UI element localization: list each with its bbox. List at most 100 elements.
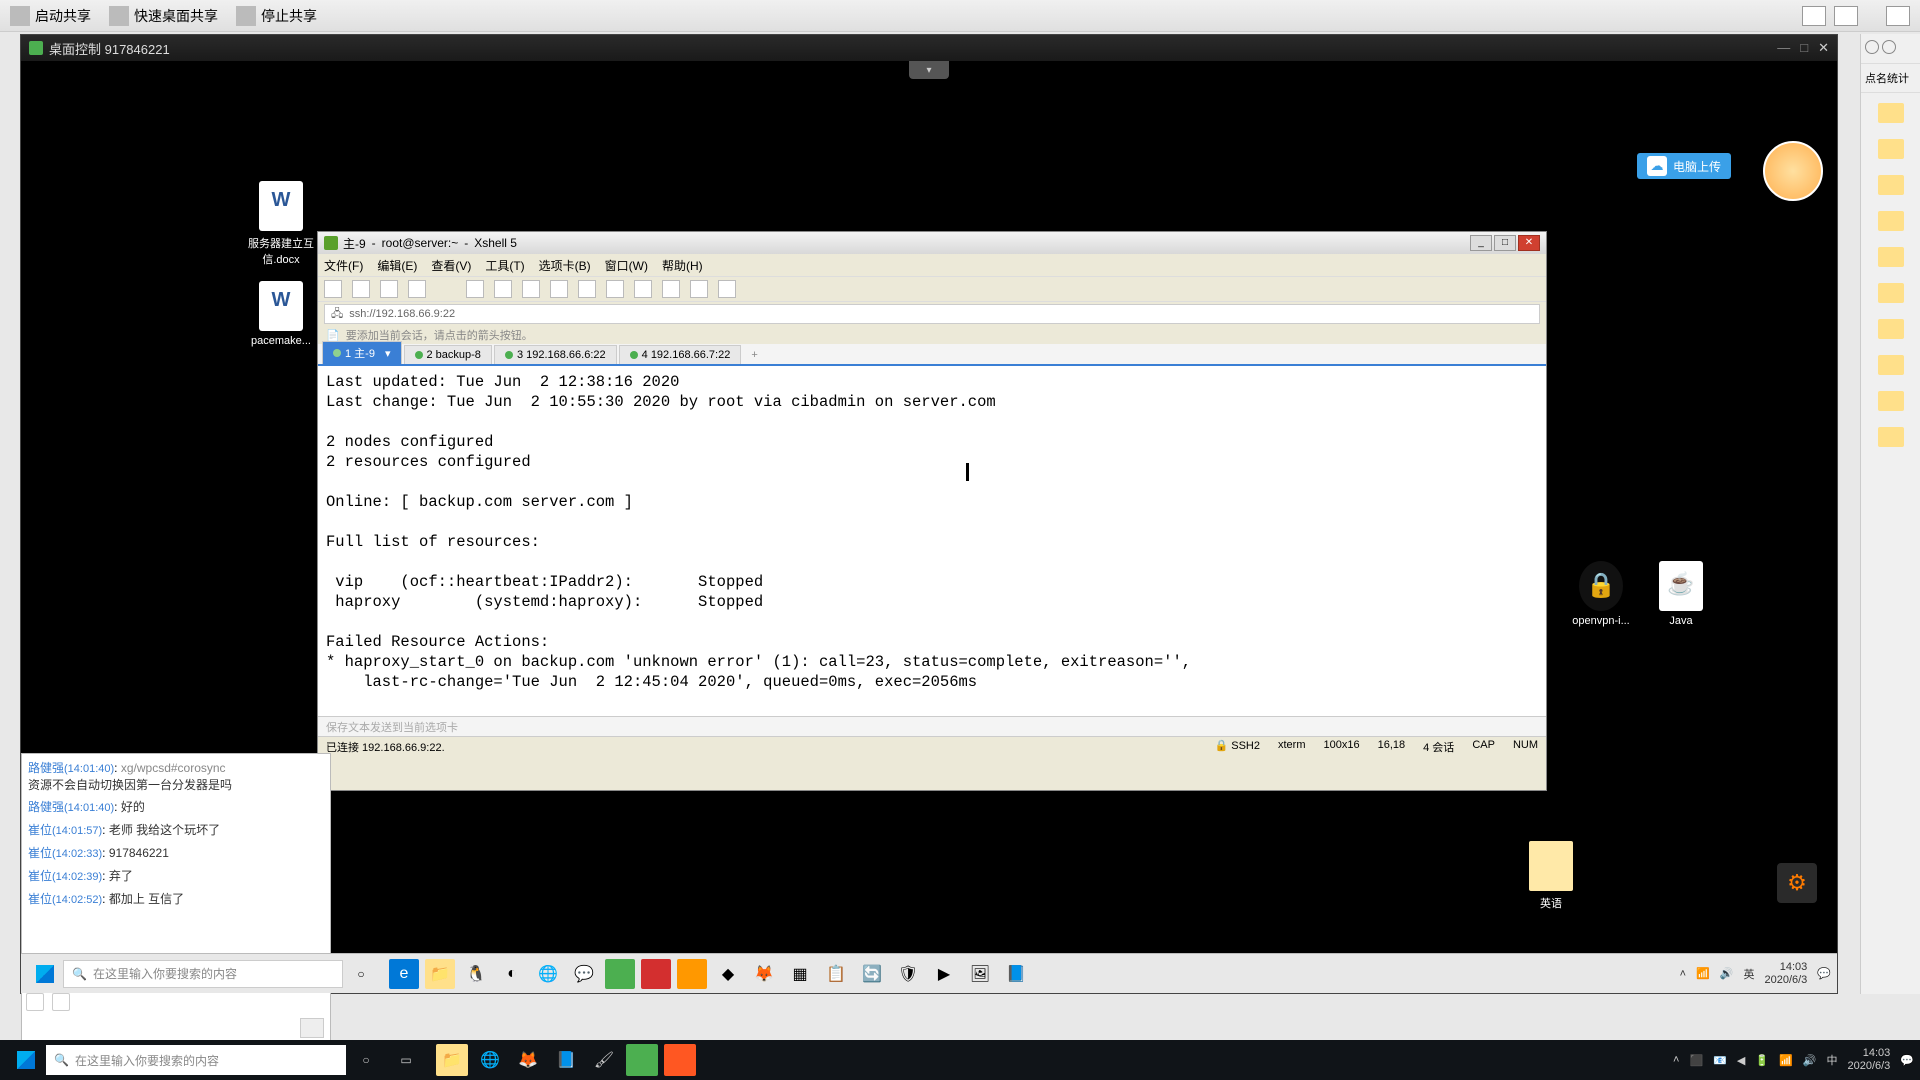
tool-fullscreen[interactable]: [634, 280, 652, 298]
host-taskview-button[interactable]: ▭: [386, 1043, 426, 1077]
xshell-maximize-button[interactable]: □: [1494, 235, 1516, 251]
app-orange[interactable]: [677, 959, 707, 989]
host-taskbar-clock[interactable]: 14:03 2020/6/3: [1847, 1047, 1890, 1073]
desktop-icon-doc1[interactable]: 服务器建立互信.docx: [241, 181, 321, 267]
minimize-icon[interactable]: —: [1777, 40, 1790, 56]
tool-search[interactable]: [466, 280, 484, 298]
app-green[interactable]: [626, 1044, 658, 1076]
tray-icon[interactable]: 🔋: [1755, 1054, 1769, 1067]
app-generic[interactable]: ▶: [929, 959, 959, 989]
start-share-button[interactable]: 启动共享: [10, 6, 91, 26]
app-generic[interactable]: 📘: [550, 1044, 582, 1076]
xshell-tab-4[interactable]: 4 192.168.66.7:22: [619, 345, 742, 364]
tool-paste[interactable]: [550, 280, 568, 298]
tool-print[interactable]: [494, 280, 512, 298]
menu-view[interactable]: 查看(V): [431, 257, 471, 274]
tray-volume-icon[interactable]: 🔊: [1720, 967, 1734, 980]
fast-share-button[interactable]: 快速桌面共享: [109, 6, 218, 26]
desktop-icon-folder[interactable]: 英语: [1511, 841, 1591, 911]
menu-window[interactable]: 窗口(W): [605, 257, 648, 274]
folder-icon[interactable]: [1878, 103, 1904, 123]
send-button[interactable]: [300, 1018, 324, 1038]
app-explorer[interactable]: 📁: [436, 1044, 468, 1076]
terminal-output[interactable]: Last updated: Tue Jun 2 12:38:16 2020 La…: [318, 366, 1546, 716]
app-firefox[interactable]: 🦊: [512, 1044, 544, 1076]
xshell-minimize-button[interactable]: _: [1470, 235, 1492, 251]
notification-icon[interactable]: 💬: [1817, 967, 1831, 980]
tray-volume-icon[interactable]: 🔊: [1803, 1054, 1817, 1067]
xshell-tab-3[interactable]: 3 192.168.66.6:22: [494, 345, 617, 364]
desktop-icon-java[interactable]: Java: [1641, 561, 1721, 627]
ime-indicator[interactable]: 英: [1743, 966, 1754, 982]
tray-icon[interactable]: ◀: [1737, 1054, 1745, 1067]
folder-icon[interactable]: [1878, 391, 1904, 411]
xshell-tab-1[interactable]: 1 主-9▾: [322, 341, 402, 364]
app-qq[interactable]: 🐧: [461, 959, 491, 989]
maximize-button[interactable]: [1886, 6, 1910, 26]
folder-icon[interactable]: [1878, 247, 1904, 267]
app-firefox[interactable]: 🦊: [749, 959, 779, 989]
stop-share-button[interactable]: 停止共享: [236, 6, 317, 26]
host-start-button[interactable]: [6, 1043, 46, 1077]
list-icon[interactable]: [1865, 40, 1879, 54]
emoji-icon[interactable]: [26, 993, 44, 1011]
app-generic[interactable]: 📋: [821, 959, 851, 989]
cloud-upload-badge[interactable]: ☁ 电脑上传: [1637, 153, 1731, 179]
text-icon[interactable]: [52, 993, 70, 1011]
menu-edit[interactable]: 编辑(E): [377, 257, 417, 274]
app-generic[interactable]: 🔄: [857, 959, 887, 989]
tool-help[interactable]: [718, 280, 736, 298]
app-orange[interactable]: [664, 1044, 696, 1076]
tool-color[interactable]: [606, 280, 624, 298]
user-avatar[interactable]: [1763, 141, 1823, 201]
app-generic[interactable]: 🖌: [588, 1044, 620, 1076]
tool-new[interactable]: [324, 280, 342, 298]
tool-font[interactable]: [578, 280, 596, 298]
tool-lock[interactable]: [662, 280, 680, 298]
remote-titlebar[interactable]: 桌面控制 917846221 — □ ✕: [21, 35, 1837, 61]
app-generic[interactable]: ▦: [785, 959, 815, 989]
menu-tab[interactable]: 选项卡(B): [539, 257, 591, 274]
remote-desktop-area[interactable]: ▾ 服务器建立互信.docx pacemake... openvpn-i... …: [21, 61, 1837, 953]
layout-button-1[interactable]: [1802, 6, 1826, 26]
tool-prop[interactable]: [690, 280, 708, 298]
cortana-button[interactable]: ○: [343, 959, 379, 989]
notification-icon[interactable]: 💬: [1900, 1054, 1914, 1067]
tool-disconnect[interactable]: [380, 280, 398, 298]
desktop-icon-doc2[interactable]: pacemake...: [241, 281, 321, 347]
taskbar-search[interactable]: 🔍在这里输入你要搜索的内容: [63, 960, 343, 988]
desktop-icon-openvpn[interactable]: openvpn-i...: [1561, 561, 1641, 627]
settings-gear-badge[interactable]: ⚙: [1777, 863, 1817, 903]
folder-icon[interactable]: [1878, 283, 1904, 303]
tool-open[interactable]: [352, 280, 370, 298]
menu-tools[interactable]: 工具(T): [485, 257, 524, 274]
app-chrome[interactable]: 🌐: [474, 1044, 506, 1076]
app-generic[interactable]: ◆: [713, 959, 743, 989]
ime-indicator[interactable]: 中: [1826, 1052, 1837, 1068]
app-generic[interactable]: ◐: [497, 959, 527, 989]
xshell-address-bar[interactable]: 🖧ssh://192.168.66.9:22: [324, 304, 1540, 324]
folder-icon[interactable]: [1878, 355, 1904, 375]
folder-icon[interactable]: [1878, 211, 1904, 231]
folder-icon[interactable]: [1878, 175, 1904, 195]
taskbar-clock[interactable]: 14:03 2020/6/3: [1764, 961, 1807, 987]
folder-icon[interactable]: [1878, 319, 1904, 339]
dropdown-handle[interactable]: ▾: [909, 61, 949, 79]
app-generic[interactable]: 🛡: [893, 959, 923, 989]
xshell-close-button[interactable]: ✕: [1518, 235, 1540, 251]
tool-copy[interactable]: [522, 280, 540, 298]
close-icon[interactable]: ✕: [1818, 40, 1829, 56]
xshell-compose-input[interactable]: 保存文本发送到当前选项卡: [318, 716, 1546, 736]
layout-button-2[interactable]: [1834, 6, 1858, 26]
tray-network-icon[interactable]: 📶: [1779, 1054, 1793, 1067]
tray-icon[interactable]: ⬛: [1689, 1054, 1703, 1067]
tray-icon[interactable]: 📧: [1713, 1054, 1727, 1067]
app-green[interactable]: [605, 959, 635, 989]
gear-icon[interactable]: [1882, 40, 1896, 54]
tray-up-icon[interactable]: ˄: [1673, 1054, 1679, 1066]
folder-icon[interactable]: [1878, 427, 1904, 447]
start-button[interactable]: [27, 959, 63, 989]
folder-icon[interactable]: [1878, 139, 1904, 159]
chat-input-area[interactable]: [22, 988, 330, 1044]
xshell-titlebar[interactable]: 主-9 - root@server:~ - Xshell 5 _ □ ✕: [318, 232, 1546, 254]
